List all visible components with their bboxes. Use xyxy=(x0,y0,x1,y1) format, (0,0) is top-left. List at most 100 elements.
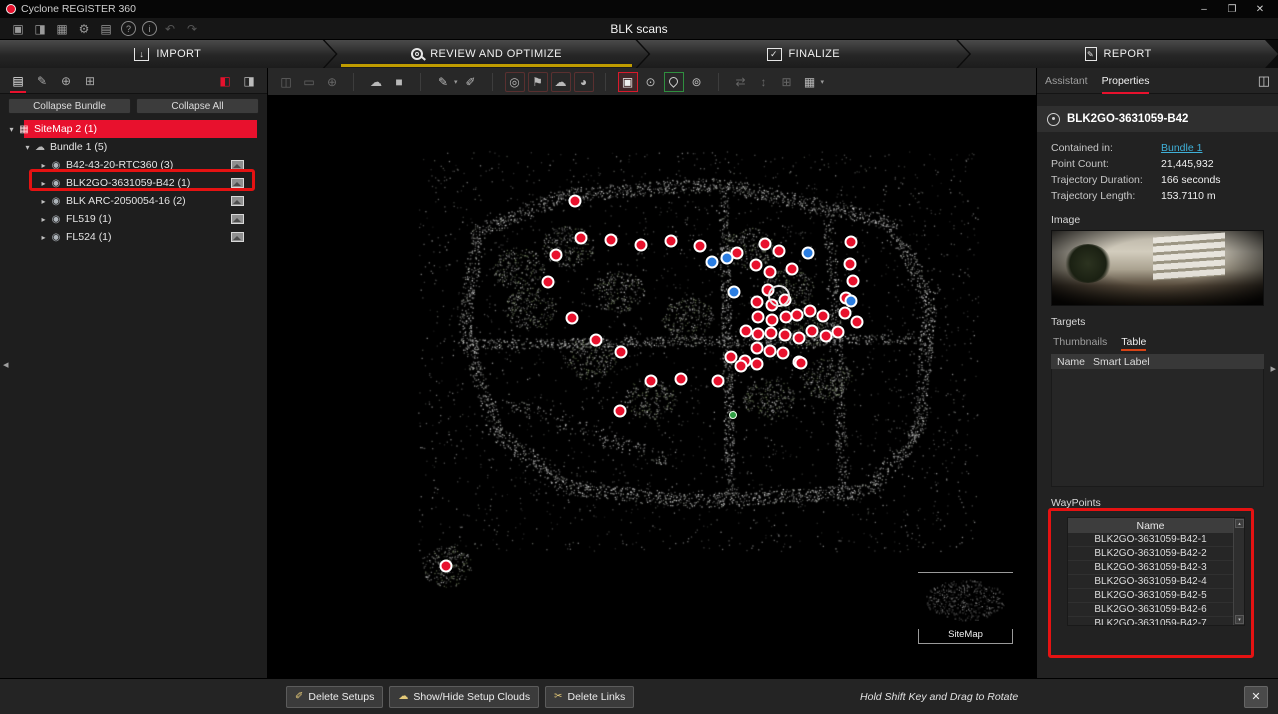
trajectory-icon[interactable] xyxy=(687,72,707,92)
setup-marker-red[interactable] xyxy=(665,235,678,248)
setup-marker-blue[interactable] xyxy=(845,295,858,308)
minimize-button[interactable] xyxy=(1190,0,1218,18)
tree-item-scan[interactable]: FL524 (1) xyxy=(0,228,257,246)
cloud-color-icon[interactable] xyxy=(389,72,409,92)
setup-marker-blue[interactable] xyxy=(802,247,815,260)
tree-item-bundle[interactable]: Bundle 1 (5) xyxy=(0,138,257,156)
tab-annotations[interactable] xyxy=(30,69,54,93)
show-hide-setup-clouds-button[interactable]: Show/Hide Setup Clouds xyxy=(389,686,539,708)
tab-assistant[interactable]: Assistant xyxy=(1045,68,1088,94)
layout-toggle-icon[interactable] xyxy=(1258,73,1270,89)
setup-marker-red[interactable] xyxy=(694,240,707,253)
setup-marker-red[interactable] xyxy=(844,258,857,271)
swap-links-icon[interactable] xyxy=(731,72,751,92)
eraser-icon[interactable] xyxy=(461,72,481,92)
setup-marker-red[interactable] xyxy=(605,234,618,247)
setup-marker-red[interactable] xyxy=(712,375,725,388)
contained-in-link[interactable]: Bundle 1 xyxy=(1161,142,1202,154)
tree-item-scan[interactable]: BLK ARC-2050054-16 (2) xyxy=(0,192,257,210)
setup-marker-red[interactable] xyxy=(839,307,852,320)
split-view-icon[interactable] xyxy=(777,72,797,92)
expander-icon[interactable] xyxy=(38,233,49,242)
setup-marker-red[interactable] xyxy=(773,245,786,258)
link-marker-green[interactable] xyxy=(729,411,737,419)
expander-icon[interactable] xyxy=(38,161,49,170)
waypoint-row[interactable]: BLK2GO-3631059-B42-2 xyxy=(1068,547,1233,561)
add-label-icon[interactable] xyxy=(528,72,548,92)
storage-icon[interactable] xyxy=(96,20,116,38)
setup-marker-red[interactable] xyxy=(806,325,819,338)
setup-marker-red[interactable] xyxy=(752,328,765,341)
tab-geo[interactable] xyxy=(54,69,78,93)
tree-item-scan-selected[interactable]: BLK2GO-3631059-B42 (1) xyxy=(0,174,257,192)
workflow-step-import[interactable]: IMPORT xyxy=(0,40,336,68)
maximize-button[interactable] xyxy=(1218,0,1246,18)
close-bottom-bar-button[interactable] xyxy=(1244,686,1268,708)
zoom-region-icon[interactable] xyxy=(322,72,342,92)
setup-marker-red[interactable] xyxy=(440,560,453,573)
cloud-to-cloud-icon[interactable] xyxy=(366,72,386,92)
duplicate-sitemap-icon[interactable] xyxy=(276,72,296,92)
tab-layout[interactable] xyxy=(78,69,102,93)
bundle-view-icon[interactable] xyxy=(213,69,237,93)
setup-marker-blue[interactable] xyxy=(721,252,734,265)
setup-marker-red[interactable] xyxy=(614,405,627,418)
pointcloud-viewport[interactable]: SiteMap xyxy=(268,96,1036,678)
setup-marker-red[interactable] xyxy=(590,334,603,347)
setup-marker-red[interactable] xyxy=(765,327,778,340)
waypoint-row[interactable]: BLK2GO-3631059-B42-6 xyxy=(1068,603,1233,617)
collapse-all-button[interactable]: Collapse All xyxy=(136,98,259,114)
setup-marker-red[interactable] xyxy=(793,332,806,345)
setup-marker-red[interactable] xyxy=(832,326,845,339)
setup-marker-red[interactable] xyxy=(851,316,864,329)
workflow-step-review-and-optimize[interactable]: REVIEW AND OPTIMIZE xyxy=(325,40,649,68)
scroll-down-icon[interactable] xyxy=(1235,615,1244,624)
setup-marker-red[interactable] xyxy=(845,236,858,249)
scroll-up-icon[interactable] xyxy=(1235,519,1244,528)
setup-marker-red[interactable] xyxy=(751,358,764,371)
link-edit-icon[interactable] xyxy=(433,72,453,92)
setup-marker-red[interactable] xyxy=(817,310,830,323)
bundle-alt-view-icon[interactable] xyxy=(237,69,261,93)
tab-table[interactable]: Table xyxy=(1121,333,1146,351)
setup-marker-red[interactable] xyxy=(795,357,808,370)
waypoint-row[interactable]: BLK2GO-3631059-B42-7 xyxy=(1068,617,1233,625)
tree-item-sitemap[interactable]: SiteMap 2 (1) xyxy=(0,120,257,138)
undo-icon[interactable] xyxy=(160,20,180,38)
setup-marker-red[interactable] xyxy=(759,238,772,251)
open-project-icon[interactable] xyxy=(30,20,50,38)
setup-marker-red[interactable] xyxy=(575,232,588,245)
expander-icon[interactable] xyxy=(22,143,33,152)
tab-properties[interactable]: Properties xyxy=(1102,68,1150,94)
selected-setup-ring[interactable] xyxy=(768,285,790,307)
waypoint-pin-icon[interactable] xyxy=(664,72,684,92)
setup-marker-red[interactable] xyxy=(766,314,779,327)
tree-item-scan[interactable]: B42-43-20-RTC360 (3) xyxy=(0,156,257,174)
waypoint-row[interactable]: BLK2GO-3631059-B42-4 xyxy=(1068,575,1233,589)
setup-marker-red[interactable] xyxy=(751,342,764,355)
grid-options-icon[interactable] xyxy=(800,72,820,92)
close-button[interactable] xyxy=(1246,0,1274,18)
setup-marker-red[interactable] xyxy=(542,276,555,289)
setup-marker-red[interactable] xyxy=(675,373,688,386)
setup-marker-red[interactable] xyxy=(740,325,753,338)
setup-marker-red[interactable] xyxy=(764,266,777,279)
setup-marker-red[interactable] xyxy=(569,195,582,208)
delete-setups-button[interactable]: Delete Setups xyxy=(286,686,383,708)
show-clouds-toggle-icon[interactable] xyxy=(551,72,571,92)
workflow-step-report[interactable]: REPORT xyxy=(958,40,1278,68)
collapse-right-panel-icon[interactable] xyxy=(1270,362,1276,375)
targets-table-body[interactable] xyxy=(1051,369,1264,487)
collapse-bundle-button[interactable]: Collapse Bundle xyxy=(8,98,131,114)
help-icon[interactable] xyxy=(121,21,136,36)
expander-icon[interactable] xyxy=(38,179,49,188)
expander-icon[interactable] xyxy=(6,125,17,134)
waypoint-row[interactable]: BLK2GO-3631059-B42-3 xyxy=(1068,561,1233,575)
add-setup-icon[interactable] xyxy=(505,72,525,92)
expander-icon[interactable] xyxy=(38,215,49,224)
dropdown-arrow-icon[interactable]: ▾ xyxy=(821,78,825,86)
workflow-step-finalize[interactable]: FINALIZE xyxy=(637,40,969,68)
dropdown-arrow-icon[interactable]: ▾ xyxy=(454,78,458,86)
setup-marker-blue[interactable] xyxy=(706,256,719,269)
sitemap-minimap[interactable]: SiteMap xyxy=(918,572,1013,644)
